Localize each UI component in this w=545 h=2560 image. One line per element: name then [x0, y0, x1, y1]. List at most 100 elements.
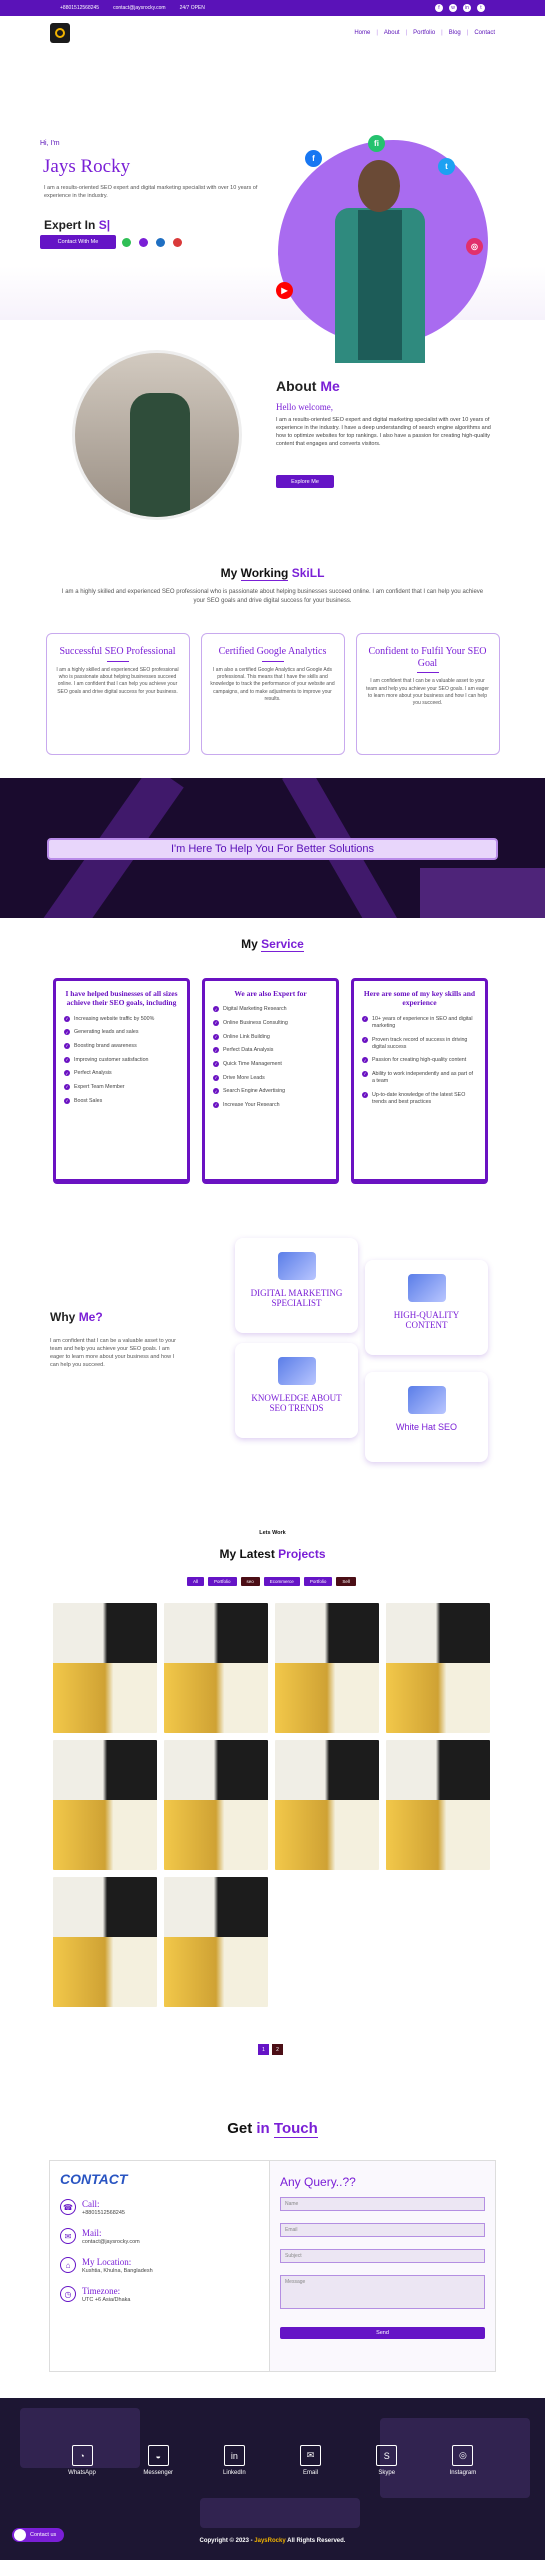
nav-home[interactable]: Home — [354, 30, 370, 36]
facebook-icon[interactable]: f — [435, 4, 443, 12]
service-cards: I have helped businesses of all sizes ac… — [53, 978, 488, 1184]
project-pagination: 1 2 — [258, 2044, 283, 2055]
linkedin-icon[interactable] — [156, 238, 165, 247]
list-item: ✓ Up-to-date knowledge of the latest SEO … — [362, 1091, 466, 1105]
whatsapp-icon[interactable] — [122, 238, 131, 247]
project-thumbnail[interactable] — [53, 1603, 157, 1733]
email-text[interactable]: contact@jaysrocky.com — [113, 5, 166, 11]
skill-card: Successful SEO Professional I am a highly… — [45, 633, 190, 756]
project-grid — [53, 1603, 491, 2007]
list-item: ✓ Boost Sales — [64, 1097, 103, 1104]
explore-me-button[interactable]: Explore Me — [276, 475, 334, 488]
filter-all[interactable]: All — [187, 1577, 205, 1586]
fiverr-icon[interactable]: fi — [368, 135, 385, 152]
list-item: ✓ Search Engine Advertising — [213, 1088, 286, 1095]
hours-text: 24/7 OPEN — [179, 5, 205, 11]
list-item: ✓ Proven track record of success in drivi… — [362, 1036, 468, 1050]
project-thumbnail[interactable] — [53, 1877, 157, 2007]
footer-instagram[interactable]: ◎ Instagram — [441, 2445, 485, 2476]
form-title: Any Query..?? — [280, 2175, 356, 2189]
nav-contact[interactable]: Contact — [474, 30, 495, 36]
project-thumbnail[interactable] — [275, 1740, 379, 1870]
messenger-icon: ◒ — [147, 2445, 169, 2466]
linkedin-icon[interactable]: in — [463, 4, 471, 12]
chat-button[interactable]: Contact us — [12, 2528, 65, 2542]
list-item: ✓ Online Link Building — [213, 1033, 270, 1040]
email-icon: ✉ — [300, 2445, 322, 2466]
contact-mail: ✉ Mail: contact@jaysrocky.com — [60, 2228, 259, 2245]
about-hello: Hello welcome, — [276, 402, 333, 412]
footer-linkedin[interactable]: in LinkedIn — [212, 2445, 256, 2476]
main-nav: Home | About | Portfolio | Blog | Contact — [0, 16, 545, 50]
solutions-banner: I'm Here To Help You For Better Solution… — [0, 778, 545, 918]
instagram-icon: ◎ — [452, 2445, 474, 2466]
email-input[interactable]: Email — [280, 2223, 485, 2237]
filter-portfolio-2[interactable]: Portfolio — [303, 1577, 333, 1586]
filter-sell[interactable]: Sell — [336, 1577, 356, 1586]
youtube-icon[interactable]: ▶ — [276, 282, 293, 299]
about-photo — [72, 350, 242, 520]
about-text: I am a results-oriented SEO expert and d… — [276, 417, 491, 447]
list-item: ✓ Perfect Data Analysis — [213, 1047, 274, 1054]
list-item: ✓ Ability to work independently and as pa… — [362, 1070, 473, 1085]
list-item: ✓ Drive More Leads — [213, 1074, 265, 1081]
email-icon[interactable] — [173, 238, 182, 247]
list-item: ✓ Online Business Consulting — [213, 1020, 288, 1027]
twitter-icon[interactable]: t — [438, 158, 455, 175]
nav-about[interactable]: About — [384, 30, 400, 36]
project-thumbnail[interactable] — [164, 1877, 268, 2007]
whatsapp-icon[interactable]: w — [449, 4, 457, 12]
send-button[interactable]: Send — [280, 2327, 485, 2339]
service-card: Here are some of my key skills and exper… — [351, 978, 488, 1184]
about-section: About Me Hello welcome, I am a results-o… — [0, 320, 545, 560]
why-card-quality-content: HIGH-QUALITY CONTENT — [365, 1260, 488, 1355]
phone-text[interactable]: +8801512568245 — [60, 5, 99, 11]
list-item: ✓ Improving customer satisfaction — [64, 1056, 149, 1063]
skill-section: My Working SkiLL I am a highly skilled a… — [0, 566, 545, 756]
instagram-icon[interactable]: ◎ — [466, 238, 483, 255]
footer-messenger[interactable]: ◒ Messenger — [136, 2445, 180, 2476]
project-thumbnail[interactable] — [386, 1740, 490, 1870]
facebook-icon[interactable]: f — [305, 150, 322, 167]
subject-input[interactable]: Subject — [280, 2249, 485, 2263]
project-thumbnail[interactable] — [386, 1603, 490, 1733]
page-2-button[interactable]: 2 — [272, 2044, 283, 2055]
skill-cards: Successful SEO Professional I am a highly… — [0, 633, 545, 756]
filter-ecommerce[interactable]: Ecommerce — [263, 1577, 300, 1586]
hero-intro: I am a results-oriented SEO expert and d… — [44, 185, 258, 199]
query-form: Any Query..?? Name Email Subject Message… — [270, 2161, 495, 2371]
filter-portfolio[interactable]: Portfolio — [208, 1577, 237, 1586]
messenger-icon[interactable] — [139, 238, 148, 247]
message-input[interactable]: Message — [280, 2275, 485, 2309]
contact-info: CONTACT ☎ Call: +8801512568245 ✉ Mail: con… — [50, 2161, 270, 2371]
twitter-icon[interactable]: t — [477, 4, 485, 12]
contact-box: CONTACT ☎ Call: +8801512568245 ✉ Mail: con… — [49, 2160, 496, 2372]
nav-portfolio[interactable]: Portfolio — [413, 30, 435, 36]
top-bar: +8801512568245 contact@jaysrocky.com 24/… — [0, 0, 545, 16]
contact-with-me-button[interactable]: Contact With Me — [40, 235, 116, 249]
site-logo[interactable] — [50, 23, 70, 43]
footer-whatsapp[interactable]: ◔ WhatsApp — [60, 2445, 104, 2476]
contact-call: ☎ Call: +8801512568245 — [60, 2199, 259, 2216]
whatsapp-icon: ◔ — [71, 2445, 93, 2466]
project-thumbnail[interactable] — [275, 1603, 379, 1733]
hero-greeting: Hi, I'm — [40, 140, 60, 147]
chat-icon — [14, 2529, 26, 2541]
project-thumbnail[interactable] — [53, 1740, 157, 1870]
service-card: I have helped businesses of all sizes ac… — [53, 978, 190, 1184]
footer-email[interactable]: ✉ Email — [289, 2445, 333, 2476]
footer-links: ◔ WhatsApp ◒ Messenger in LinkedIn ✉ Email S… — [60, 2445, 485, 2476]
skill-title: My Working SkiLL — [220, 566, 325, 581]
contact-location: ⌂ My Location: Kushtia, Khulna, Banglades… — [60, 2257, 259, 2274]
project-thumbnail[interactable] — [164, 1740, 268, 1870]
page-1-button[interactable]: 1 — [258, 2044, 269, 2055]
skill-subtitle: I am a highly skilled and experienced SE… — [61, 589, 484, 604]
footer-skype[interactable]: S Skype — [365, 2445, 409, 2476]
name-input[interactable]: Name — [280, 2197, 485, 2211]
list-item: ✓ Digital Marketing Research — [213, 1006, 287, 1013]
nav-blog[interactable]: Blog — [449, 30, 461, 36]
location-icon: ⌂ — [60, 2257, 76, 2273]
banner-message: I'm Here To Help You For Better Solution… — [47, 838, 498, 860]
filter-seo[interactable]: seo — [240, 1577, 260, 1586]
project-thumbnail[interactable] — [164, 1603, 268, 1733]
